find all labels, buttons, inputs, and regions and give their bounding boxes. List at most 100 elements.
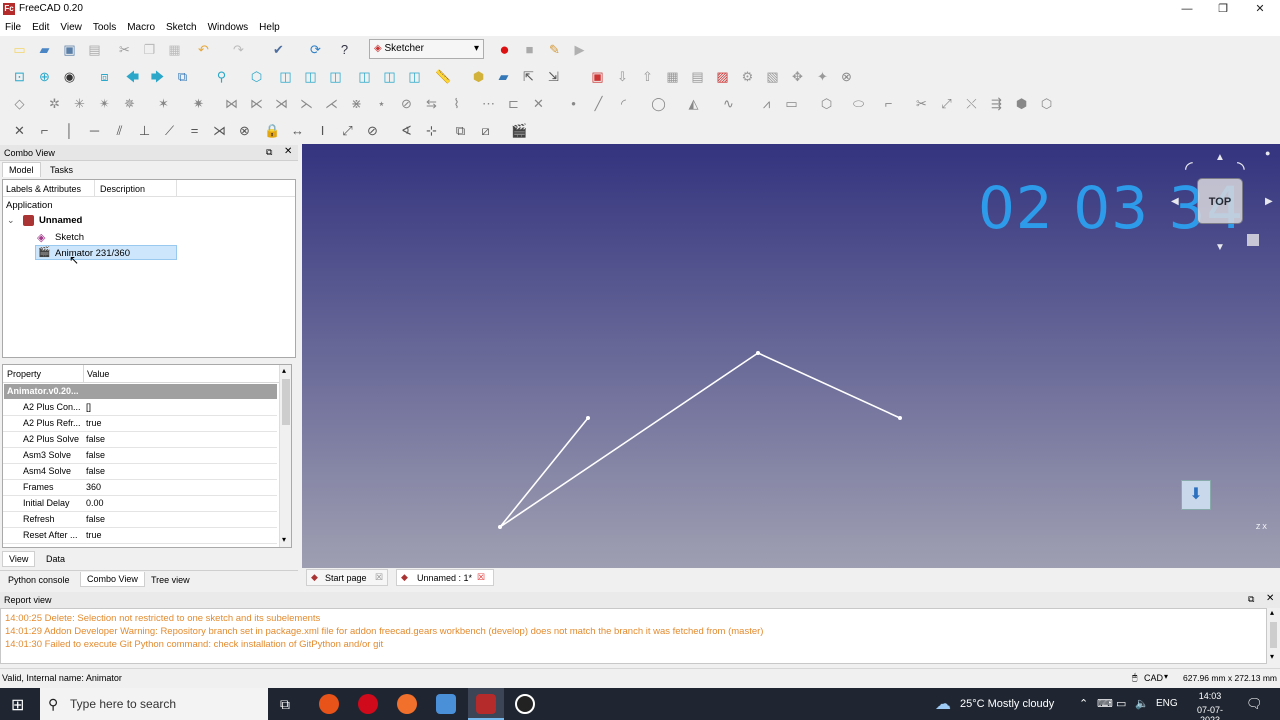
radius-constraint-icon[interactable]: ⊘ [364,122,381,139]
stop-macro-icon[interactable]: ■ [521,41,538,58]
property-row[interactable]: Refresh false [3,512,277,528]
navcube-top-face[interactable]: TOP [1197,178,1243,224]
language-indicator[interactable]: ENG [1156,688,1178,720]
copy-elements-icon[interactable]: ⋋ [298,95,315,112]
polyline-icon[interactable]: ⩘ [758,95,775,112]
bspline-join-icon[interactable]: ⊏ [505,95,522,112]
clock-time[interactable]: 14:03 [1189,691,1231,701]
property-group-row[interactable]: Animator.v0.20... [4,384,277,399]
minimize-button[interactable]: — [1169,0,1205,18]
show-hide-icon[interactable]: ⋈ [223,95,240,112]
menu-windows[interactable]: Windows [208,22,249,33]
description-header[interactable]: Description [100,184,145,194]
toggle-driving-icon[interactable]: ⧉ [452,122,469,139]
symmetric-constraint-icon[interactable]: ⋊ [211,122,228,139]
tab-data[interactable]: Data [40,552,71,566]
arrow-right-icon[interactable]: ▶ [1265,196,1273,207]
create-group-icon[interactable]: ▰ [495,68,512,85]
map-sketch-icon[interactable]: ▨ [714,68,731,85]
property-column-header[interactable]: Property [7,369,41,379]
sketch-vertex[interactable] [756,351,760,355]
arrow-down-icon[interactable]: ▼ [1215,242,1225,253]
line-icon[interactable]: ╱ [590,95,607,112]
bottom-view-icon[interactable]: ◫ [381,68,398,85]
toggle-active-icon[interactable]: ⧄ [477,122,494,139]
snell-law-icon[interactable]: ⊹ [423,122,440,139]
navigation-cube[interactable]: ◜ ◝ ▲ ◀ ▶ ▼ ● TOP [1167,148,1277,262]
validate-sketch-icon[interactable]: ▧ [764,68,781,85]
bounding-box-icon[interactable]: ⧈ [96,68,113,85]
arc-icon[interactable]: ◜ [615,95,632,112]
menu-edit[interactable]: Edit [32,22,49,33]
whats-this-icon[interactable]: ? [336,41,353,58]
close-tab-icon[interactable]: ☒ [375,572,383,583]
make-link-icon[interactable]: ⇱ [520,68,537,85]
close-panel-icon[interactable]: ✕ [284,146,292,157]
sketcher-edit-mode-icon[interactable]: ◇ [11,95,28,112]
property-row[interactable]: Reset After ... true [3,528,277,544]
rectangle-icon[interactable]: ▭ [783,95,800,112]
clone-icon[interactable]: ⋊ [273,95,290,112]
tab-combo-view[interactable]: Combo View [80,572,145,587]
select-redundant-icon[interactable]: ✶ [155,95,172,112]
select-origin-icon[interactable]: ✳ [71,95,88,112]
bspline-icon[interactable]: ∿ [720,95,737,112]
scale-icon[interactable]: ⇆ [423,95,440,112]
navcube-corner[interactable] [1247,234,1259,246]
sketch-polyline[interactable] [499,352,901,528]
run-macro-icon[interactable]: ▶ [571,41,588,58]
scroll-down-icon[interactable]: ▾ [1270,652,1274,661]
menu-sketch[interactable]: Sketch [166,22,197,33]
tree-item-unnamed[interactable]: Unnamed [39,215,82,226]
menu-macro[interactable]: Macro [127,22,155,33]
measure-distance-icon[interactable]: 📏 [435,68,452,85]
external-geometry-icon[interactable]: ⇶ [988,95,1005,112]
rectangular-array-icon[interactable]: ⋇ [348,95,365,112]
tab-start-page[interactable]: ◆ Start page ☒ [306,569,388,586]
trim-icon[interactable]: ✂ [913,95,930,112]
tab-tree-view[interactable]: Tree view [145,573,196,587]
network-icon[interactable]: ⌨ [1097,688,1113,720]
arrow-up-icon[interactable]: ▲ [1215,152,1225,163]
download-icon[interactable]: ⬇ [1181,480,1211,510]
tab-unnamed[interactable]: ◆ Unnamed : 1* ☒ [396,569,494,586]
menu-view[interactable]: View [60,22,82,33]
edit-macro-icon[interactable]: ✎ [546,41,563,58]
parallel-constraint-icon[interactable]: ⫽ [111,122,128,139]
slot-icon[interactable]: ⬭ [850,95,867,112]
split-icon[interactable]: ⤬ [963,95,980,112]
close-button[interactable]: ✕ [1242,0,1278,18]
remove-axes-icon[interactable]: ⋆ [373,95,390,112]
menu-file[interactable]: File [5,22,21,33]
record-macro-icon[interactable]: ● [496,41,513,58]
equal-constraint-icon[interactable]: = [186,122,203,139]
horizontal-distance-icon[interactable]: ↔ [289,122,306,139]
tab-model[interactable]: Model [2,162,41,177]
select-constraints-icon[interactable]: ✲ [46,95,63,112]
point-icon[interactable]: • [565,95,582,112]
tab-view[interactable]: View [2,551,36,567]
isometric-view-icon[interactable]: ⬡ [248,68,265,85]
bspline-degree-icon[interactable]: ⌇ [448,95,465,112]
3d-viewport[interactable]: 02 03 34 ◜ ◝ ▲ ◀ ▶ ▼ ● TOP ⬇ Z X [302,144,1280,568]
rear-view-icon[interactable]: ◫ [356,68,373,85]
top-view-icon[interactable]: ◫ [302,68,319,85]
close-panel-icon[interactable]: ✕ [1266,593,1274,604]
firefox-icon[interactable] [397,694,417,714]
vertical-constraint-icon[interactable]: │ [61,122,78,139]
bspline-remove-icon[interactable]: ✕ [530,95,547,112]
windows-start-icon[interactable]: ⊞ [11,695,24,715]
undo-icon[interactable]: ↶ [195,41,212,58]
construction-mode-icon[interactable]: ⬡ [1038,95,1055,112]
animator-icon[interactable]: 🎬 [511,122,528,139]
workbench-selector[interactable]: ◈ Sketcher ▾ [369,39,484,59]
freecad-taskbar-button[interactable] [468,688,504,720]
value-column-header[interactable]: Value [87,369,109,379]
clock-date[interactable]: 07-07-2023 [1187,705,1233,720]
open-file-icon[interactable]: ▰ [36,41,53,58]
chevron-down-icon[interactable]: ⌄ [7,215,15,226]
save-icon[interactable]: ▣ [61,41,78,58]
copy-icon[interactable]: ❐ [141,41,158,58]
vertical-distance-icon[interactable]: I [314,122,331,139]
forward-icon[interactable]: 🡆 [149,68,166,85]
